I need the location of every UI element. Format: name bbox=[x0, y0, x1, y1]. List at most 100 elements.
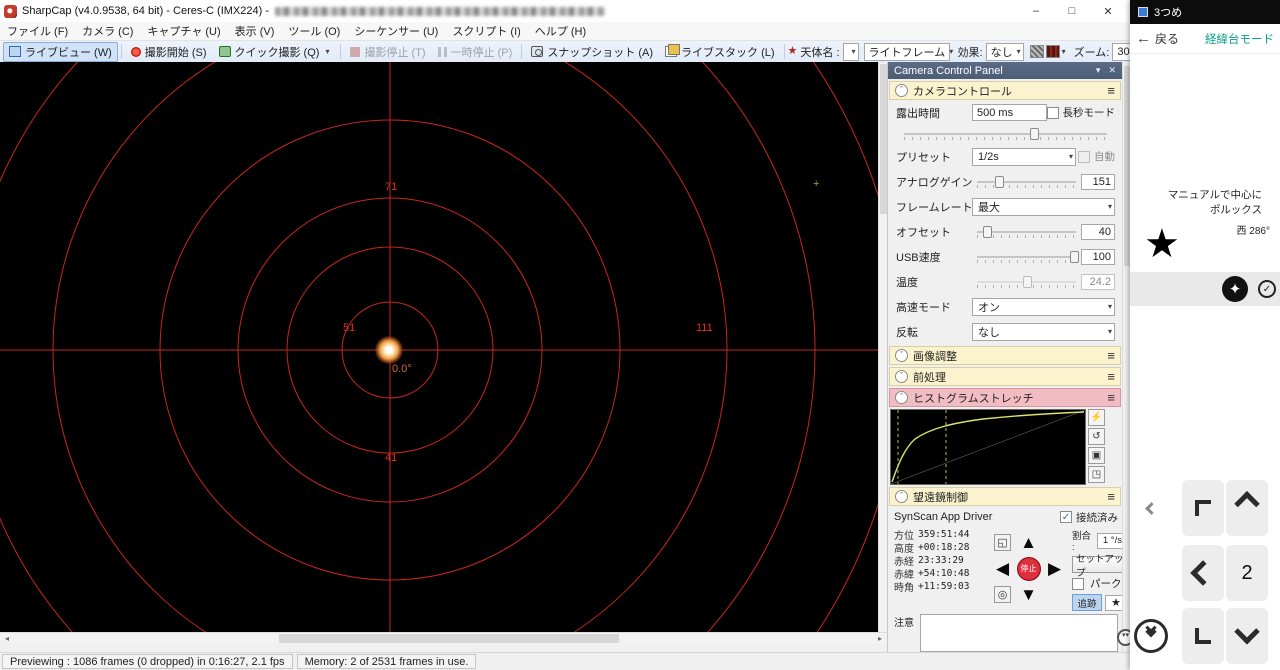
menu-camera[interactable]: カメラ (C) bbox=[75, 21, 140, 41]
menu-tools[interactable]: ツール (O) bbox=[281, 21, 347, 41]
live-stack-button[interactable]: ライブスタック (L) bbox=[659, 42, 781, 62]
expand-icon[interactable]: ˇ bbox=[895, 349, 908, 362]
chevron-down-icon[interactable]: ▾ bbox=[1060, 47, 1068, 56]
exposure-input[interactable]: 500 ms bbox=[972, 104, 1047, 121]
menu-sequencer[interactable]: シーケンサー (U) bbox=[347, 21, 445, 41]
slew-down-button[interactable] bbox=[1226, 608, 1268, 664]
object-name-combobox[interactable]: ▾ bbox=[842, 42, 859, 61]
back-button[interactable]: 戻る bbox=[1155, 30, 1179, 47]
close-button[interactable]: ✕ bbox=[1098, 5, 1118, 18]
menu-file[interactable]: ファイル (F) bbox=[0, 21, 75, 41]
slew-rate-display[interactable]: 2 bbox=[1226, 545, 1268, 601]
menu-capture[interactable]: キャプチャ (U) bbox=[140, 21, 227, 41]
offset-slider-thumb[interactable] bbox=[982, 225, 992, 238]
section-camera-control[interactable]: ˆ カメラコントロール ≡ bbox=[889, 81, 1121, 100]
target-center-icon[interactable]: ◎ bbox=[994, 586, 1011, 603]
hamburger-icon[interactable]: ≡ bbox=[1107, 83, 1115, 98]
menu-view[interactable]: 表示 (V) bbox=[228, 21, 282, 41]
frame-slew-icon[interactable]: ◱ bbox=[994, 534, 1011, 551]
expand-icon[interactable]: ˇ bbox=[895, 370, 908, 383]
slew-left-button[interactable] bbox=[1182, 545, 1224, 601]
minimize-button[interactable]: – bbox=[1026, 5, 1046, 17]
confirm-check-icon[interactable]: ✓ bbox=[1258, 280, 1276, 298]
gain-value[interactable]: 151 bbox=[1081, 173, 1115, 190]
save-button[interactable]: ▣ bbox=[1088, 447, 1105, 464]
effect-dropdown[interactable]: なし ▾ bbox=[985, 42, 1024, 61]
panel-close-icon[interactable]: ✕ bbox=[1108, 65, 1116, 76]
rate-dropdown[interactable]: 1 °/s ▾ bbox=[1096, 532, 1122, 549]
section-histogram-stretch[interactable]: ˆ ヒストグラムストレッチ ≡ bbox=[889, 388, 1121, 407]
gain-slider-thumb[interactable] bbox=[994, 175, 1004, 188]
slew-up-button[interactable]: ▲ bbox=[1020, 534, 1037, 551]
section-image-adjust[interactable]: ˇ 画像調整 ≡ bbox=[889, 346, 1121, 365]
connected-checkbox[interactable]: ✓ bbox=[1060, 511, 1072, 523]
window-controls: – □ ✕ bbox=[1026, 5, 1126, 18]
scroll-left-icon[interactable]: ◂ bbox=[0, 634, 14, 643]
slew-down-button[interactable]: ▼ bbox=[1020, 586, 1037, 603]
live-view-button[interactable]: ライブビュー (W) bbox=[3, 41, 118, 62]
preset-dropdown[interactable]: 1/2s ▾ bbox=[972, 147, 1076, 166]
hamburger-icon[interactable]: ≡ bbox=[1107, 348, 1115, 363]
park-checkbox[interactable] bbox=[1072, 577, 1084, 590]
colour-mode-swatch-icon[interactable] bbox=[1045, 45, 1060, 58]
panel-pin-icon[interactable]: ▾ bbox=[1096, 65, 1101, 76]
exposure-slider[interactable] bbox=[904, 126, 1107, 144]
collapse-icon[interactable]: ˆ bbox=[895, 391, 908, 404]
expand-histogram-button[interactable]: ◳ bbox=[1088, 466, 1105, 483]
slew-left-button[interactable]: ◀ bbox=[996, 560, 1009, 577]
section-preprocess[interactable]: ˇ 前処理 ≡ bbox=[889, 367, 1121, 386]
hamburger-icon[interactable]: ≡ bbox=[1107, 390, 1115, 405]
slew-right-button[interactable]: ▶ bbox=[1048, 560, 1061, 577]
panel-scrollbar[interactable]: ▾▾ bbox=[1117, 62, 1134, 652]
scroll-right-icon[interactable]: ▸ bbox=[873, 634, 887, 643]
slew-down-left-button[interactable] bbox=[1182, 608, 1224, 664]
stop-slew-button[interactable]: 停止 bbox=[1016, 556, 1041, 581]
gain-slider[interactable] bbox=[977, 174, 1076, 190]
section-telescope-control[interactable]: ˆ 望遠鏡制御 ≡ bbox=[889, 487, 1121, 506]
collapse-icon[interactable]: ˆ bbox=[895, 490, 908, 503]
image-viewport[interactable]: 71 51 111 41 0.0° + bbox=[0, 62, 878, 632]
menu-help[interactable]: ヘルプ (H) bbox=[528, 21, 593, 41]
slew-up-left-button[interactable] bbox=[1182, 480, 1224, 536]
vertical-scrollbar-thumb[interactable] bbox=[880, 64, 887, 214]
horizontal-scrollbar[interactable]: ◂ ▸ bbox=[0, 632, 887, 644]
slew-up-button[interactable] bbox=[1226, 480, 1268, 536]
goto-target-dropdown[interactable]: ★ ▾ bbox=[1105, 594, 1122, 611]
collapse-controls-button[interactable] bbox=[1130, 608, 1172, 664]
compass-button[interactable]: ✦ bbox=[1222, 276, 1248, 302]
histogram-graph[interactable] bbox=[890, 409, 1086, 485]
usb-speed-slider-thumb[interactable] bbox=[1070, 250, 1080, 263]
reset-stretch-button[interactable]: ↺ bbox=[1088, 428, 1105, 445]
back-arrow-icon[interactable]: ← bbox=[1136, 30, 1151, 47]
note-textarea[interactable] bbox=[920, 614, 1118, 652]
usb-speed-slider[interactable] bbox=[977, 249, 1080, 265]
flip-dropdown[interactable]: なし ▾ bbox=[972, 322, 1115, 341]
double-chevron-down-icon bbox=[1134, 619, 1168, 653]
offset-value[interactable]: 40 bbox=[1081, 223, 1115, 240]
effect-label: 効果: bbox=[957, 46, 983, 59]
menu-script[interactable]: スクリプト (I) bbox=[445, 21, 527, 41]
offset-slider[interactable] bbox=[977, 224, 1076, 240]
collapse-icon[interactable]: ˆ bbox=[895, 84, 908, 97]
framerate-dropdown[interactable]: 最大 ▾ bbox=[972, 197, 1115, 216]
track-button[interactable]: 追跡 bbox=[1072, 594, 1102, 611]
display-mode-swatch-icon[interactable] bbox=[1029, 45, 1044, 58]
maximize-button[interactable]: □ bbox=[1062, 5, 1082, 17]
capture-start-button[interactable]: 撮影開始 (S) bbox=[125, 42, 213, 62]
auto-stretch-button[interactable]: ⚡ bbox=[1088, 409, 1105, 426]
pause-button: 一時停止 (P) bbox=[432, 42, 519, 62]
setup-button[interactable]: セットアップ bbox=[1072, 554, 1122, 579]
snapshot-button[interactable]: スナップショット (A) bbox=[525, 42, 659, 62]
frame-type-dropdown[interactable]: ライトフレーム ▾ bbox=[863, 42, 953, 61]
usb-speed-value[interactable]: 100 bbox=[1081, 248, 1115, 265]
chevron-down-icon[interactable]: ▾ bbox=[323, 47, 331, 56]
high-speed-dropdown[interactable]: オン ▾ bbox=[972, 297, 1115, 316]
horizontal-scrollbar-thumb[interactable] bbox=[279, 634, 619, 643]
rate-decrease-button[interactable] bbox=[1130, 480, 1172, 536]
vertical-scrollbar[interactable] bbox=[878, 62, 887, 632]
long-exposure-checkbox[interactable] bbox=[1046, 106, 1059, 119]
quick-capture-button[interactable]: クイック撮影 (Q) ▾ bbox=[213, 42, 338, 62]
hamburger-icon[interactable]: ≡ bbox=[1107, 369, 1115, 384]
exposure-slider-thumb[interactable] bbox=[1029, 127, 1039, 140]
hamburger-icon[interactable]: ≡ bbox=[1107, 489, 1115, 504]
